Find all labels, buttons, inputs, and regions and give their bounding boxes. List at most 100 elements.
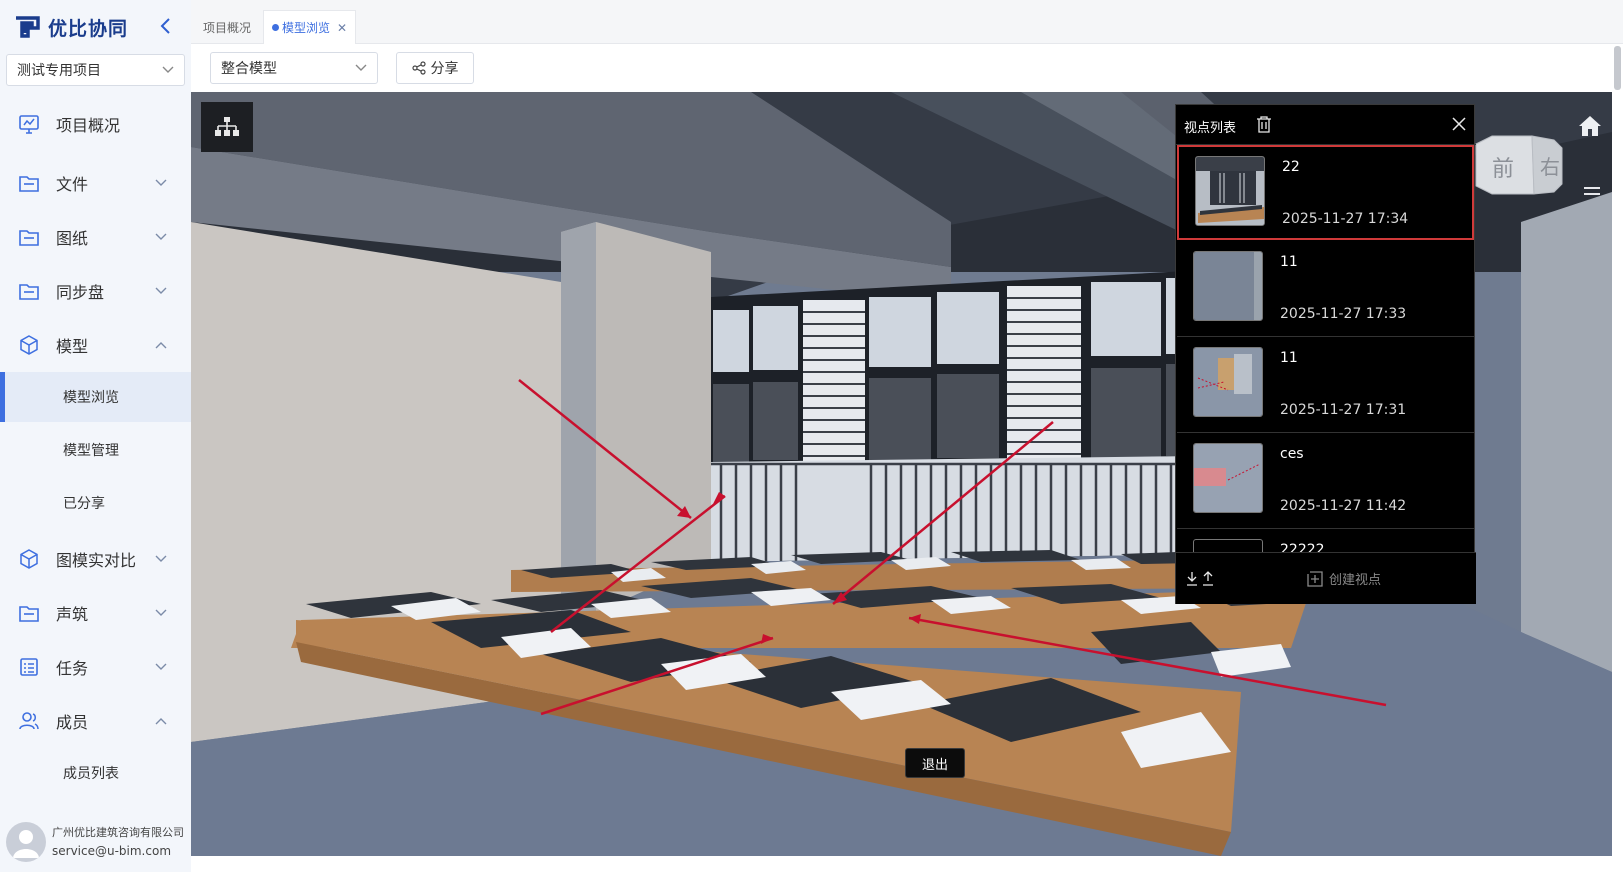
chevron-down-icon <box>155 233 167 240</box>
folder-icon <box>19 284 39 300</box>
user-email: service@u-bim.com <box>52 844 172 858</box>
nav-item-sync[interactable]: 同步盘 <box>0 266 191 316</box>
view-cube[interactable]: 前 右 <box>1472 134 1564 196</box>
viewpoint-time: 2025-11-27 17:34 <box>1282 211 1409 227</box>
viewpoint-thumbnail <box>1195 156 1265 226</box>
tab-label: 模型浏览 <box>282 21 331 35</box>
viewpoint-item[interactable]: 11 2025-11-27 17:33 <box>1177 242 1474 337</box>
viewpoint-name: 11 <box>1280 254 1298 270</box>
create-viewpoint-button[interactable]: 创建视点 <box>1306 569 1381 588</box>
sidebar-item-shared[interactable]: 已分享 <box>0 478 191 528</box>
home-icon[interactable] <box>1577 114 1603 138</box>
viewpoint-thumbnail <box>1193 539 1263 552</box>
user-company: 广州优比建筑咨询有限公司 <box>52 826 184 839</box>
cube-icon <box>20 335 38 355</box>
logo-icon <box>16 16 40 38</box>
project-select[interactable]: 测试专用项目 <box>6 54 185 86</box>
chevron-down-icon <box>155 179 167 186</box>
brand[interactable]: 优比协同 <box>14 12 128 42</box>
project-select-value: 测试专用项目 <box>17 63 101 79</box>
nav-item-files[interactable]: 文件 <box>0 158 191 208</box>
scrollbar-thumb[interactable] <box>1614 46 1621 90</box>
viewpoint-name: 11 <box>1280 350 1298 366</box>
tab-overview[interactable]: 项目概况 <box>195 10 259 44</box>
share-label: 分享 <box>430 61 459 77</box>
chevron-down-icon <box>155 663 167 670</box>
trash-icon[interactable] <box>1256 116 1272 133</box>
view-cube-right-label[interactable]: 右 <box>1540 151 1560 180</box>
viewpoint-item[interactable]: 11 2025-11-27 17:31 <box>1177 338 1474 433</box>
tab-label: 项目概况 <box>203 20 252 35</box>
menu-icon[interactable] <box>1583 186 1601 202</box>
viewpoint-thumbnail-image <box>1194 444 1262 512</box>
nav-item-drawings[interactable]: 图纸 <box>0 212 191 262</box>
brand-name: 优比协同 <box>48 17 129 40</box>
sub-item-label: 已分享 <box>63 496 105 512</box>
chevron-down-icon <box>155 555 167 562</box>
users-icon <box>19 712 39 730</box>
avatar <box>6 822 46 862</box>
bottom-strip <box>191 856 1623 872</box>
toolbar: 整合模型 分享 <box>191 44 1623 92</box>
folder-icon <box>19 230 39 246</box>
tab-model-browse[interactable]: 模型浏览 ✕ <box>263 10 357 44</box>
nav-item-label: 模型 <box>56 337 89 356</box>
monitor-icon <box>19 115 39 134</box>
viewpoint-thumbnail <box>1193 347 1263 417</box>
nav-item-tasks[interactable]: 任务 <box>0 642 191 692</box>
sidebar-item-model-browse[interactable]: 模型浏览 <box>0 372 191 422</box>
viewpoint-time: 2025-11-27 17:31 <box>1280 402 1407 418</box>
sub-item-label: 模型管理 <box>63 443 119 459</box>
create-viewpoint-label: 创建视点 <box>1329 573 1382 588</box>
viewpoint-item[interactable]: 22222 <box>1177 530 1474 552</box>
chevron-down-icon <box>162 66 174 73</box>
active-dot-icon <box>272 24 279 31</box>
cube-icon <box>20 549 38 569</box>
nav-item-label: 图模实对比 <box>56 551 137 570</box>
viewpoint-thumbnail-image <box>1194 348 1262 416</box>
viewpoint-panel: 视点列表 22 2025-11-27 17:34 11 2025-11-27 1… <box>1175 104 1476 604</box>
hierarchy-icon <box>215 117 239 136</box>
nav-item-members[interactable]: 成员 <box>0 696 191 746</box>
chevron-down-icon <box>355 64 367 71</box>
sidebar-item-model-manage[interactable]: 模型管理 <box>0 425 191 475</box>
share-button[interactable]: 分享 <box>396 52 474 84</box>
nav-item-model[interactable]: 模型 <box>0 320 191 370</box>
viewpoint-thumbnail-image <box>1194 252 1262 320</box>
viewpoint-item[interactable]: ces 2025-11-27 11:42 <box>1177 434 1474 529</box>
user-block[interactable]: 广州优比建筑咨询有限公司 service@u-bim.com <box>6 820 191 864</box>
nav-item-acoustic[interactable]: 声筑 <box>0 588 191 638</box>
share-icon <box>411 61 426 75</box>
sidebar-item-member-list[interactable]: 成员列表 <box>0 748 191 798</box>
viewpoint-name: ces <box>1280 446 1304 462</box>
collapse-sidebar-icon[interactable] <box>156 14 176 38</box>
add-square-icon <box>1307 570 1323 587</box>
close-tab-icon[interactable]: ✕ <box>337 21 347 35</box>
exit-button[interactable]: 退出 <box>905 748 965 778</box>
import-export-icon[interactable] <box>1186 571 1216 587</box>
viewpoint-time: 2025-11-27 11:42 <box>1280 498 1407 514</box>
close-icon[interactable] <box>1452 117 1466 131</box>
nav-item-overview[interactable]: 项目概况 <box>0 99 191 149</box>
model-select-value: 整合模型 <box>221 61 277 77</box>
viewpoint-panel-header: 视点列表 <box>1176 105 1476 145</box>
nav-item-label: 声筑 <box>56 605 89 624</box>
viewpoint-item[interactable]: 22 2025-11-27 17:34 <box>1177 145 1474 240</box>
viewpoint-panel-footer: 创建视点 <box>1176 552 1476 604</box>
viewpoint-time: 2025-11-27 17:33 <box>1280 306 1407 322</box>
nav-item-label: 图纸 <box>56 229 89 248</box>
viewpoint-thumbnail-image <box>1196 157 1264 225</box>
task-list-icon <box>20 658 38 676</box>
viewpoint-name: 22 <box>1282 159 1300 175</box>
model-select[interactable]: 整合模型 <box>210 52 378 84</box>
chevron-up-icon <box>155 342 167 349</box>
model-tree-button[interactable] <box>201 102 253 152</box>
sub-item-label: 成员列表 <box>63 766 119 782</box>
user-avatar-icon <box>13 830 39 858</box>
view-cube-front-label[interactable]: 前 <box>1492 151 1514 183</box>
viewpoint-name: 22222 <box>1280 542 1325 552</box>
nav-item-compare[interactable]: 图模实对比 <box>0 534 191 584</box>
viewpoint-panel-title: 视点列表 <box>1184 121 1237 136</box>
chevron-down-icon <box>155 609 167 616</box>
nav-item-label: 同步盘 <box>56 283 105 302</box>
